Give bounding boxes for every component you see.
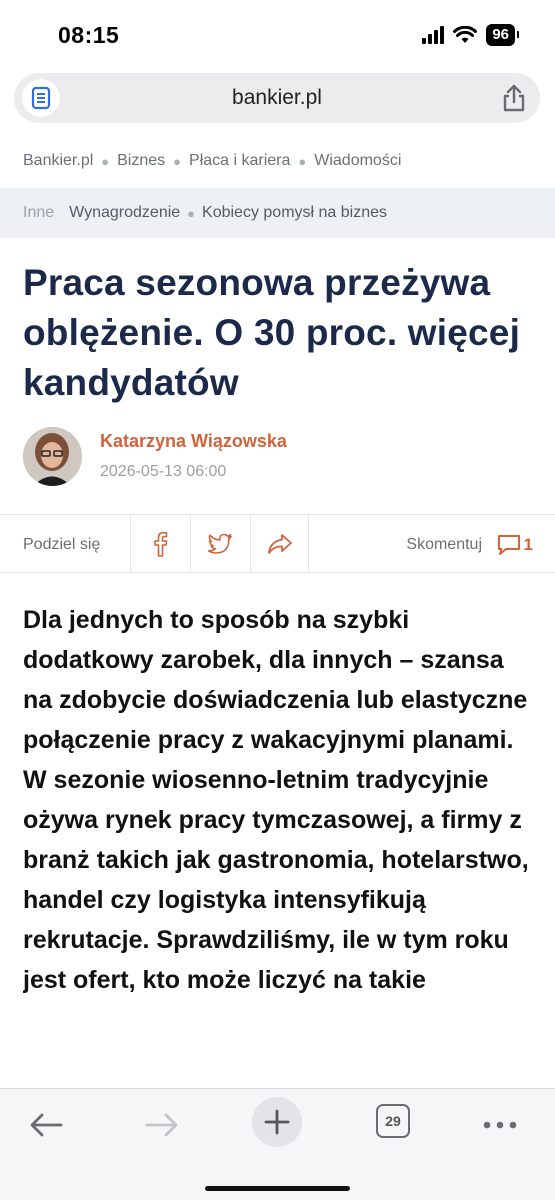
comment-icon[interactable]	[496, 533, 522, 557]
twitter-icon	[207, 533, 232, 554]
breadcrumb-item[interactable]: Bankier.pl	[23, 152, 93, 170]
address-bar[interactable]: bankier.pl	[14, 73, 540, 123]
author-avatar[interactable]	[23, 427, 82, 486]
article-title: Praca sezonowa przeżywa oblężenie. O 30 …	[23, 262, 521, 403]
back-arrow-icon	[30, 1113, 63, 1137]
tabs-button[interactable]: 29	[376, 1104, 410, 1138]
new-tab-plus-icon	[264, 1109, 290, 1135]
forward-button[interactable]	[140, 1103, 184, 1147]
battery-icon: 96	[486, 24, 519, 46]
back-button[interactable]	[24, 1103, 68, 1147]
author-name[interactable]: Katarzyna Wiązowska	[100, 431, 287, 452]
publish-date: 2026-05-13 06:00	[100, 463, 227, 480]
share-row: Podziel się Skomentuj 1	[0, 514, 555, 573]
tags-bar: Inne Wynagrodzenie ● Kobiecy pomysł na b…	[0, 188, 555, 238]
breadcrumb-item[interactable]: Płaca i kariera	[189, 152, 290, 170]
status-icons: 96	[422, 24, 519, 46]
status-bar: 08:15 96	[0, 0, 555, 70]
article-lead: Dla jednych to sposób na szybki dodatkow…	[23, 606, 529, 994]
comment-count[interactable]: 1	[524, 535, 533, 555]
twitter-share-button[interactable]	[190, 515, 249, 573]
forward-share-icon	[267, 534, 292, 554]
more-icon	[483, 1121, 517, 1129]
facebook-icon	[154, 531, 168, 557]
tag-link[interactable]: Wynagrodzenie	[69, 204, 180, 222]
forward-share-button[interactable]	[250, 515, 309, 573]
comment-link[interactable]: Skomentuj	[406, 536, 482, 554]
tags-label: Inne	[23, 204, 55, 221]
cellular-signal-icon	[422, 26, 445, 44]
forward-arrow-icon	[145, 1113, 178, 1137]
share-label: Podziel się	[23, 536, 101, 553]
facebook-share-button[interactable]	[130, 515, 189, 573]
wifi-icon	[453, 26, 478, 43]
tag-link[interactable]: Kobiecy pomysł na biznes	[202, 204, 387, 222]
url-text[interactable]: bankier.pl	[14, 86, 540, 110]
breadcrumb-item[interactable]: Biznes	[117, 152, 165, 170]
more-button[interactable]	[478, 1103, 522, 1147]
new-tab-button[interactable]	[252, 1097, 302, 1147]
share-icon[interactable]	[498, 82, 530, 114]
status-time: 08:15	[58, 22, 120, 48]
breadcrumb-item[interactable]: Wiadomości	[314, 152, 401, 170]
home-indicator	[205, 1186, 350, 1191]
browser-toolbar: 29	[0, 1088, 555, 1200]
breadcrumb: Bankier.pl ● Biznes ● Płaca i kariera ● …	[23, 152, 402, 170]
